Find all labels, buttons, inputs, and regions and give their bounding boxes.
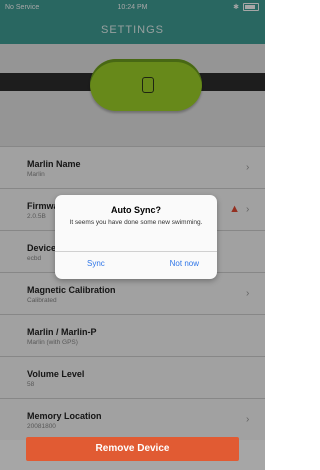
dialog-message: It seems you have done some new swimming… <box>69 219 203 226</box>
auto-sync-dialog: Auto Sync? It seems you have done some n… <box>55 195 217 279</box>
remove-device-button[interactable]: Remove Device <box>26 437 239 461</box>
dialog-title: Auto Sync? <box>110 205 161 215</box>
not-now-button[interactable]: Not now <box>170 259 199 268</box>
dialog-divider <box>55 251 217 252</box>
sync-button[interactable]: Sync <box>87 259 105 268</box>
